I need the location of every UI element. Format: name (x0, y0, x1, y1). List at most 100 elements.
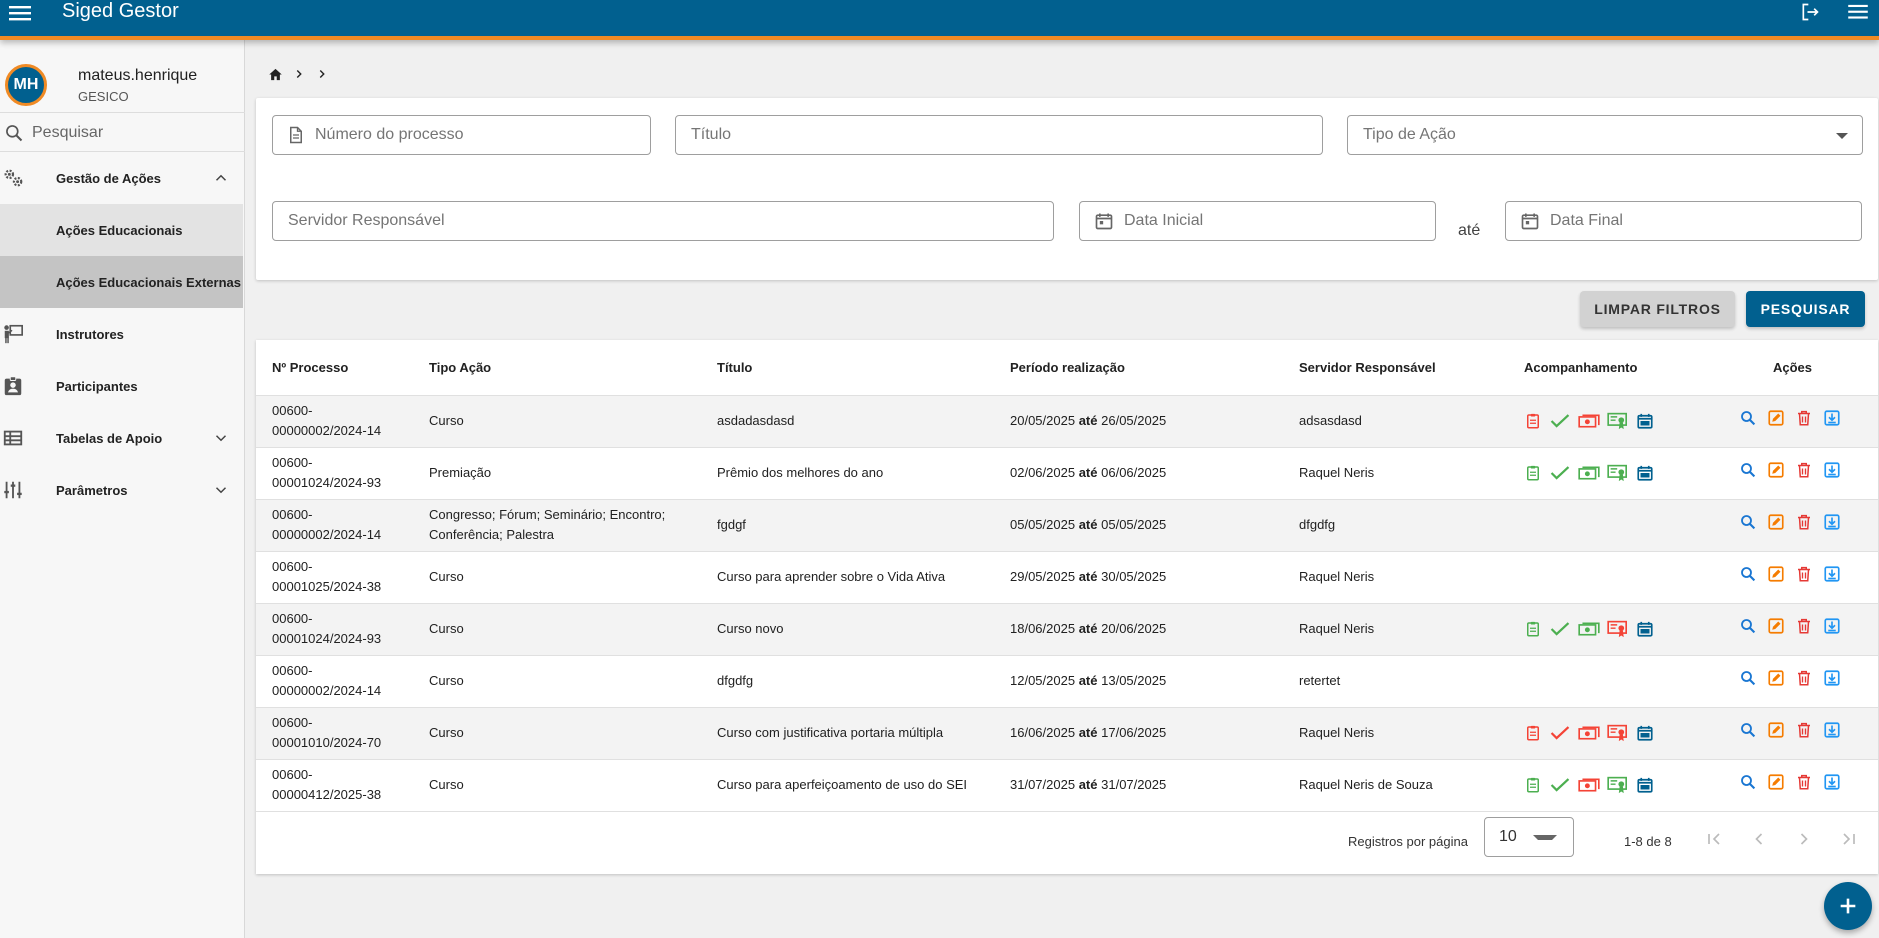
sidebar-item-participantes[interactable]: Participantes (0, 360, 243, 412)
first-page-button[interactable] (1702, 827, 1726, 851)
view-button[interactable] (1739, 669, 1757, 693)
download-button[interactable] (1823, 773, 1841, 797)
header-processo[interactable]: Nº Processo (256, 340, 413, 396)
table-row[interactable]: 00600-00000412/2025-38 Curso Curso para … (256, 759, 1878, 812)
delete-button[interactable] (1795, 721, 1813, 745)
delete-button[interactable] (1795, 773, 1813, 797)
data-final-field[interactable] (1505, 201, 1862, 241)
delete-button[interactable] (1795, 513, 1813, 537)
certificate-icon[interactable] (1607, 724, 1629, 742)
money-icon[interactable] (1578, 412, 1600, 430)
check-icon[interactable] (1549, 724, 1571, 742)
edit-button[interactable] (1767, 461, 1785, 485)
money-icon[interactable] (1578, 464, 1600, 482)
money-icon[interactable] (1578, 724, 1600, 742)
page-size-select[interactable]: 10 (1484, 817, 1574, 857)
download-button[interactable] (1823, 461, 1841, 485)
edit-button[interactable] (1767, 773, 1785, 797)
certificate-icon[interactable] (1607, 412, 1629, 430)
calendar-icon[interactable] (1636, 620, 1654, 638)
sidebar-item-parametros[interactable]: Parâmetros (0, 464, 243, 516)
clear-filters-button[interactable]: LIMPAR FILTROS (1580, 291, 1735, 327)
table-row[interactable]: 00600-00001025/2024-38 Curso Curso para … (256, 551, 1878, 604)
calendar-icon[interactable] (1636, 412, 1654, 430)
last-page-button[interactable] (1837, 827, 1861, 851)
tipo-acao-select[interactable]: Tipo de Ação (1347, 115, 1863, 155)
check-icon[interactable] (1549, 776, 1571, 794)
header-periodo[interactable]: Período realização (994, 340, 1283, 396)
header-servidor[interactable]: Servidor Responsável (1283, 340, 1508, 396)
calendar-icon[interactable] (1636, 724, 1654, 742)
menu-button[interactable] (6, 0, 34, 26)
download-button[interactable] (1823, 617, 1841, 641)
certificate-icon[interactable] (1607, 464, 1629, 482)
clipboard-icon[interactable] (1524, 620, 1542, 638)
clipboard-icon[interactable] (1524, 724, 1542, 742)
table-row[interactable]: 00600-00001010/2024-70 Curso Curso com j… (256, 707, 1878, 760)
sidebar-search-input[interactable] (30, 119, 235, 147)
calendar-icon[interactable] (1636, 776, 1654, 794)
clipboard-icon[interactable] (1524, 776, 1542, 794)
table-row[interactable]: 00600-00001024/2024-93 Premiação Prêmio … (256, 447, 1878, 500)
options-menu-button[interactable] (1844, 0, 1872, 24)
logout-button[interactable] (1796, 0, 1824, 24)
calendar-icon[interactable] (1636, 464, 1654, 482)
download-button[interactable] (1823, 669, 1841, 693)
sidebar-item-instrutores[interactable]: Instrutores (0, 308, 243, 360)
add-action-button[interactable] (1824, 882, 1872, 930)
table-row[interactable]: 00600-00000002/2024-14 Curso asdadasdasd… (256, 395, 1878, 448)
edit-button[interactable] (1767, 669, 1785, 693)
check-icon[interactable] (1549, 464, 1571, 482)
next-page-button[interactable] (1792, 827, 1816, 851)
data-final-input[interactable] (1548, 206, 1861, 236)
servidor-field[interactable] (272, 201, 1054, 241)
sidebar-item-acoes-educacionais-externas[interactable]: Ações Educacionais Externas (0, 256, 243, 308)
sidebar-item-acoes-educacionais[interactable]: Ações Educacionais (0, 204, 243, 256)
header-tipo-acao[interactable]: Tipo Ação (413, 340, 701, 396)
download-button[interactable] (1823, 565, 1841, 589)
titulo-field[interactable] (675, 115, 1323, 155)
servidor-input[interactable] (273, 206, 1053, 236)
table-row[interactable]: 00600-00001024/2024-93 Curso Curso novo … (256, 603, 1878, 656)
edit-button[interactable] (1767, 513, 1785, 537)
search-button[interactable]: PESQUISAR (1746, 291, 1865, 327)
delete-button[interactable] (1795, 461, 1813, 485)
delete-button[interactable] (1795, 669, 1813, 693)
download-button[interactable] (1823, 409, 1841, 433)
view-button[interactable] (1739, 773, 1757, 797)
certificate-icon[interactable] (1607, 776, 1629, 794)
view-button[interactable] (1739, 513, 1757, 537)
download-button[interactable] (1823, 721, 1841, 745)
download-button[interactable] (1823, 513, 1841, 537)
processo-input[interactable] (313, 120, 650, 150)
delete-button[interactable] (1795, 565, 1813, 589)
data-inicial-field[interactable] (1079, 201, 1436, 241)
edit-button[interactable] (1767, 617, 1785, 641)
certificate-icon[interactable] (1607, 620, 1629, 638)
processo-field[interactable] (272, 115, 651, 155)
sidebar-item-gestao-acoes[interactable]: Gestão de Ações (0, 152, 243, 204)
edit-button[interactable] (1767, 565, 1785, 589)
clipboard-icon[interactable] (1524, 412, 1542, 430)
avatar[interactable]: MH (5, 64, 47, 106)
view-button[interactable] (1739, 565, 1757, 589)
view-button[interactable] (1739, 461, 1757, 485)
view-button[interactable] (1739, 617, 1757, 641)
edit-button[interactable] (1767, 409, 1785, 433)
header-titulo[interactable]: Título (701, 340, 994, 396)
view-button[interactable] (1739, 721, 1757, 745)
view-button[interactable] (1739, 409, 1757, 433)
sidebar-item-tabelas-apoio[interactable]: Tabelas de Apoio (0, 412, 243, 464)
table-row[interactable]: 00600-00000002/2024-14 Congresso; Fórum;… (256, 499, 1878, 552)
delete-button[interactable] (1795, 617, 1813, 641)
home-icon[interactable] (268, 67, 283, 82)
check-icon[interactable] (1549, 412, 1571, 430)
delete-button[interactable] (1795, 409, 1813, 433)
titulo-input[interactable] (676, 120, 1322, 150)
table-row[interactable]: 00600-00000002/2024-14 Curso dfgdfg 12/0… (256, 655, 1878, 708)
edit-button[interactable] (1767, 721, 1785, 745)
money-icon[interactable] (1578, 620, 1600, 638)
data-inicial-input[interactable] (1122, 206, 1435, 236)
previous-page-button[interactable] (1747, 827, 1771, 851)
money-icon[interactable] (1578, 776, 1600, 794)
